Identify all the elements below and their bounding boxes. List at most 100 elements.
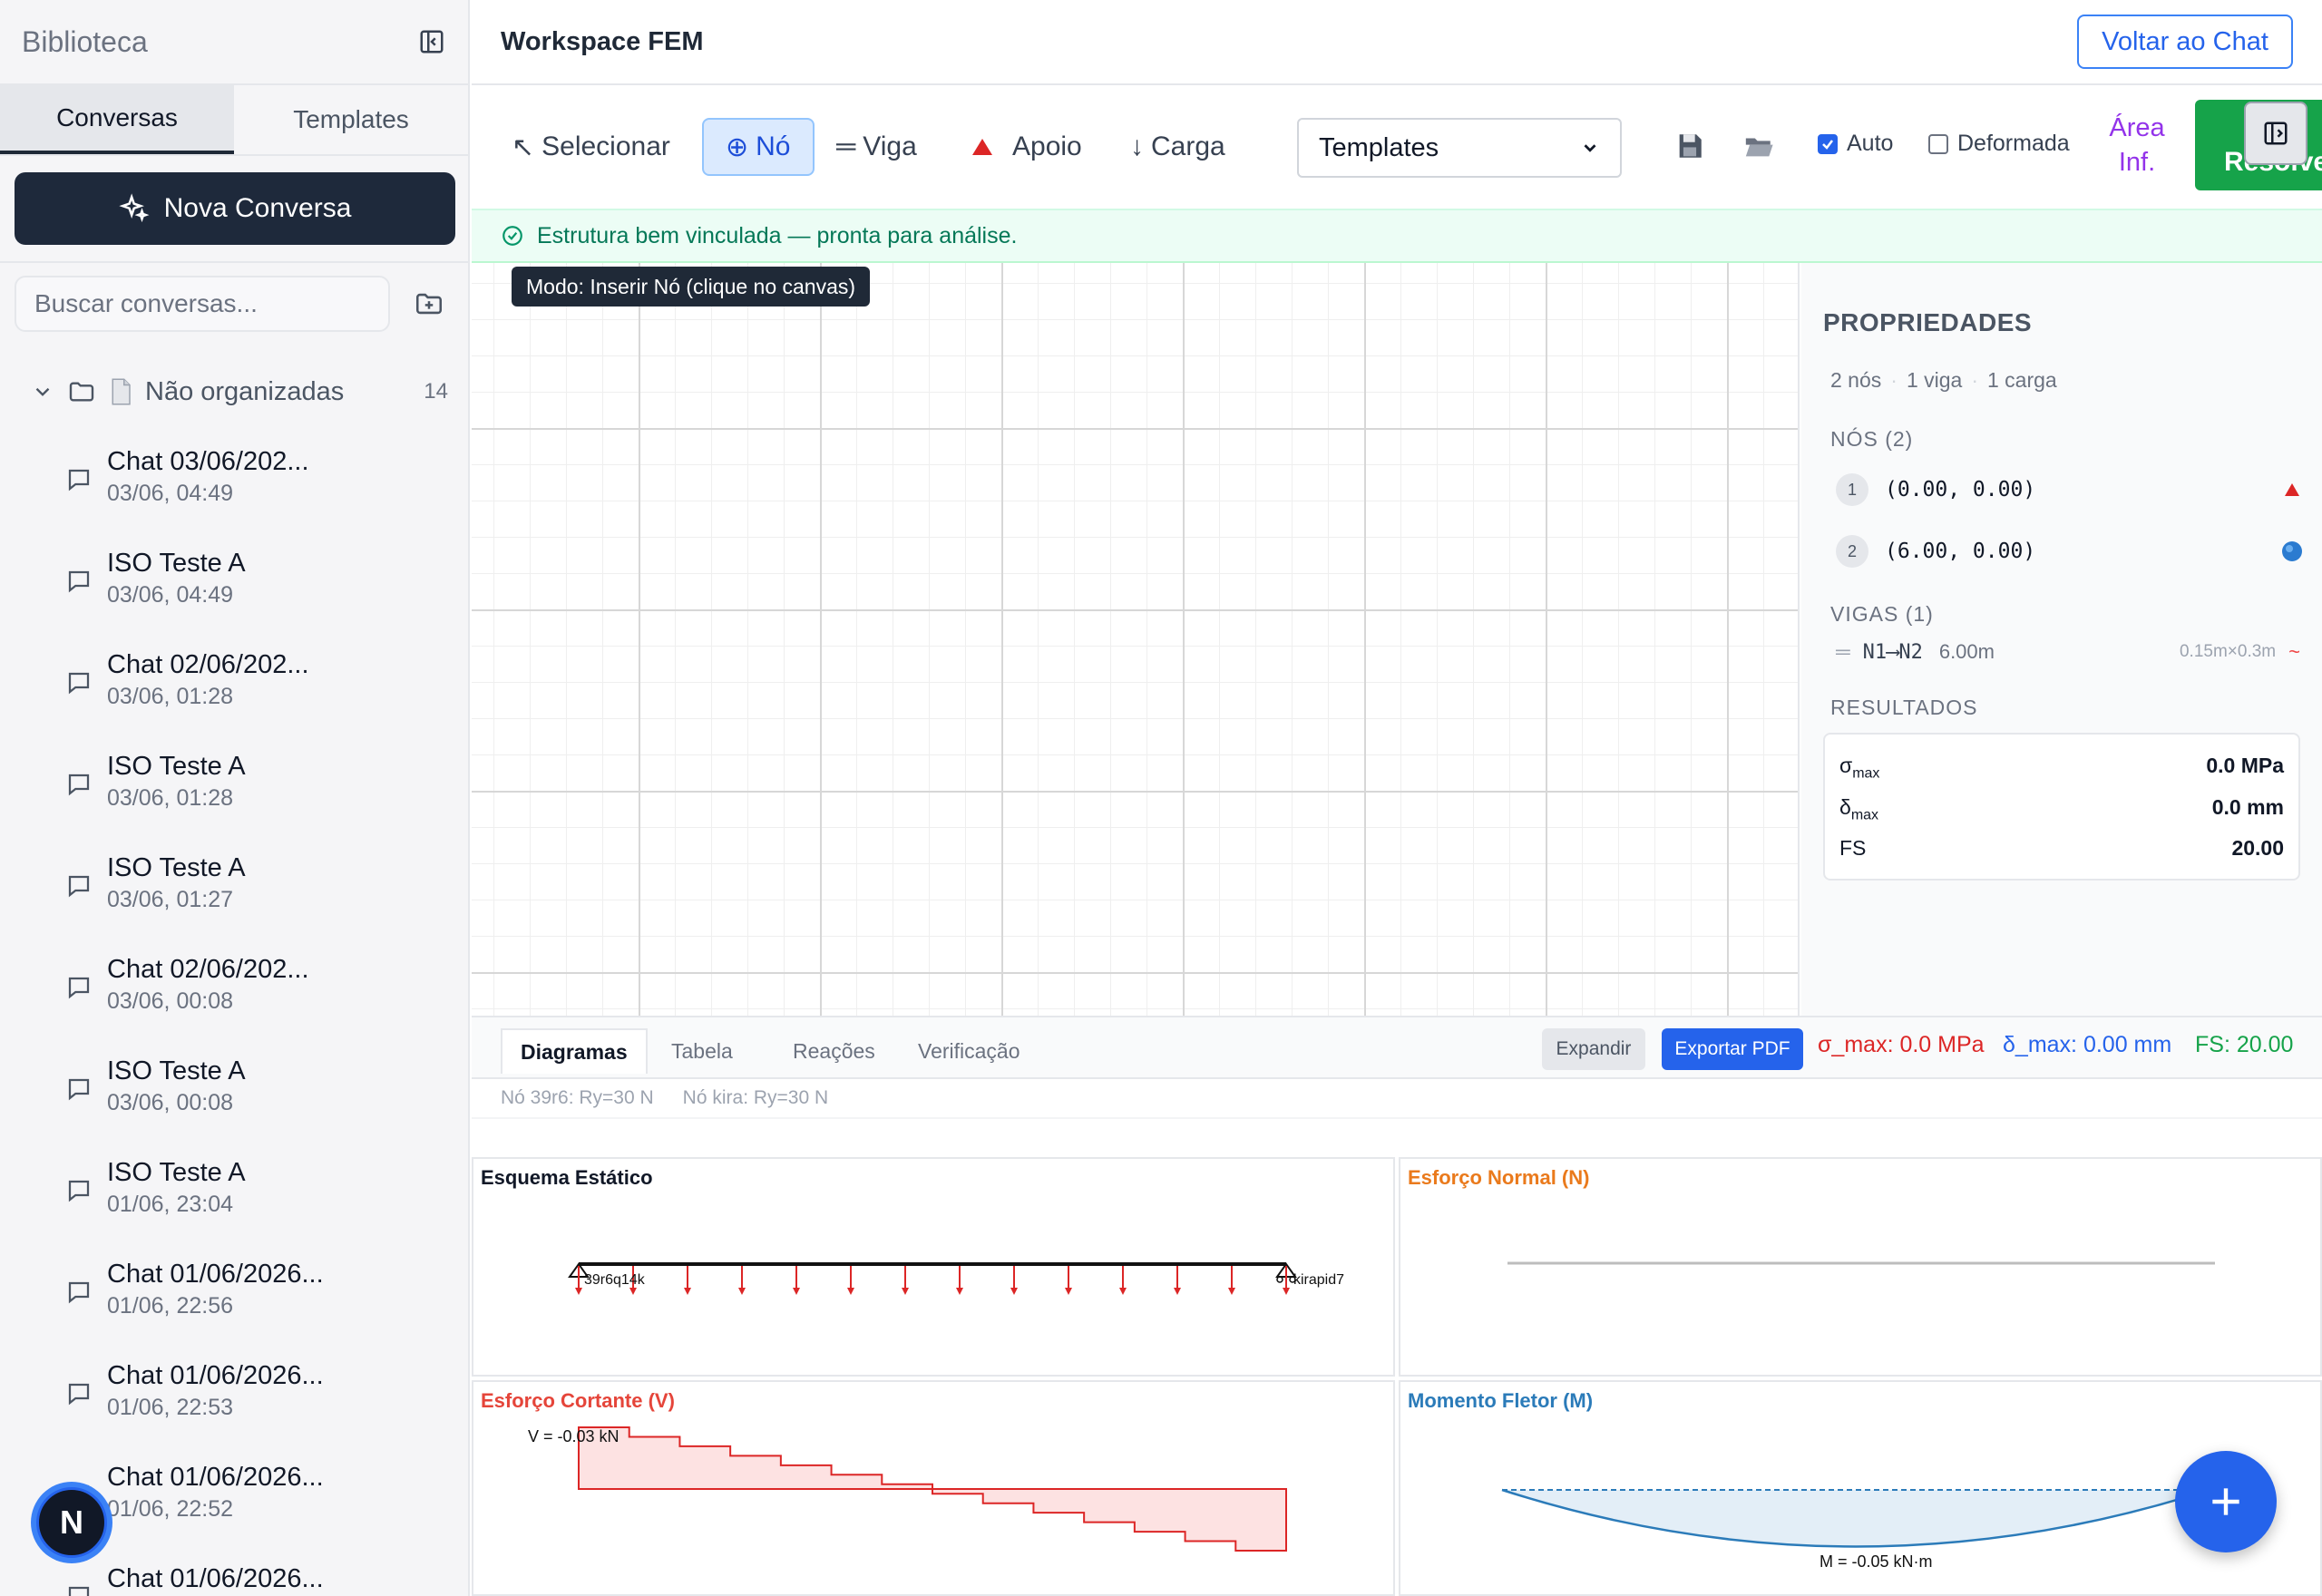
expand-button[interactable]: Expandir bbox=[1542, 1028, 1645, 1070]
chat-bubble-icon bbox=[65, 1075, 93, 1107]
conversation-date: 03/06, 01:27 bbox=[107, 887, 234, 912]
save-icon[interactable] bbox=[1674, 131, 1705, 161]
page-title: Workspace FEM bbox=[501, 26, 704, 56]
auto-checkbox[interactable]: Auto bbox=[1818, 131, 1893, 157]
folder-name: Não organizadas bbox=[145, 376, 345, 406]
avatar-letter: N bbox=[36, 1487, 107, 1558]
results-header: RESULTADOS bbox=[1830, 696, 1978, 719]
auto-label: Auto bbox=[1847, 131, 1894, 156]
chat-bubble-icon bbox=[65, 1380, 93, 1412]
beam-tool-button[interactable]: ═ Viga bbox=[827, 118, 926, 176]
node-row-2[interactable]: 2 (6.00, 0.00) bbox=[1823, 521, 2302, 582]
beam-icon: ═ bbox=[1836, 640, 1850, 663]
roller-support-icon bbox=[2282, 541, 2302, 561]
chevron-down-icon bbox=[1584, 144, 1596, 152]
tab-conversas[interactable]: Conversas bbox=[0, 85, 234, 154]
tab-diagramas[interactable]: Diagramas bbox=[501, 1028, 648, 1074]
folder-icon bbox=[69, 382, 94, 402]
load-arrow-head bbox=[793, 1288, 800, 1295]
load-arrow-head bbox=[1119, 1288, 1127, 1295]
chat-bubble-icon bbox=[65, 1279, 93, 1310]
select-tool-button[interactable]: ↖ Selecionar bbox=[502, 118, 679, 176]
load-arrow-head bbox=[738, 1288, 746, 1295]
document-icon bbox=[112, 378, 131, 405]
folder-unorganized[interactable]: Não organizadas 14 bbox=[31, 372, 448, 412]
chat-bubble-icon bbox=[65, 872, 93, 904]
right-node-label: kirapid7 bbox=[1293, 1272, 1344, 1288]
conversation-item[interactable]: Chat 01/06/2026... 01/06, 22:53 bbox=[0, 1349, 468, 1451]
conversation-title: Chat 03/06/202... bbox=[107, 447, 309, 476]
conversation-item[interactable]: ISO Teste A 01/06, 23:04 bbox=[0, 1146, 468, 1248]
sidebar-header: Biblioteca bbox=[0, 0, 468, 85]
status-message: Estrutura bem vinculada — pronta para an… bbox=[537, 222, 1018, 248]
support-tool-button[interactable]: Apoio bbox=[961, 118, 1091, 176]
tab-reacoes[interactable]: Reações bbox=[775, 1028, 893, 1074]
new-conversation-button[interactable]: Nova Conversa bbox=[15, 172, 455, 245]
conversation-title: Chat 02/06/202... bbox=[107, 650, 309, 679]
conversation-date: 01/06, 22:52 bbox=[107, 1496, 234, 1522]
influence-area-button[interactable]: Área Inf. bbox=[2101, 111, 2173, 180]
conversation-date: 01/06, 22:53 bbox=[107, 1395, 234, 1420]
sidebar-title: Biblioteca bbox=[22, 24, 148, 58]
fem-canvas[interactable]: Modo: Inserir Nó (clique no canvas) bbox=[472, 263, 1800, 1016]
conversation-item[interactable]: Chat 01/06/2026... 01/06, 22:56 bbox=[0, 1248, 468, 1349]
node-tool-button[interactable]: ⊕ Nó bbox=[702, 118, 815, 176]
export-pdf-button[interactable]: Exportar PDF bbox=[1662, 1028, 1803, 1070]
conversation-title: Chat 01/06/2026... bbox=[107, 1260, 324, 1289]
collapse-sidebar-icon[interactable] bbox=[417, 27, 446, 56]
load-arrow-head bbox=[629, 1288, 637, 1295]
deformed-checkbox[interactable]: Deformada bbox=[1928, 131, 2070, 157]
conversation-title: Chat 01/06/2026... bbox=[107, 1361, 324, 1390]
avatar[interactable]: N bbox=[31, 1482, 112, 1563]
conversation-date: 01/06, 22:56 bbox=[107, 1293, 234, 1319]
node-id: 2 bbox=[1836, 535, 1868, 568]
toggle-panel-icon[interactable] bbox=[2244, 102, 2307, 165]
result-fs-value: 20.00 bbox=[2231, 836, 2284, 861]
conversation-item[interactable]: Chat 02/06/202... 03/06, 01:28 bbox=[0, 638, 468, 740]
result-delta: δmax 0.0 mm bbox=[1839, 791, 2284, 832]
beam-length: 6.00m bbox=[1938, 640, 1995, 663]
normal-force-drawing bbox=[1507, 1261, 2215, 1265]
tab-templates[interactable]: Templates bbox=[234, 85, 468, 154]
static-scheme-panel: Esquema Estático 39r6q14k kirapid7 bbox=[472, 1157, 1395, 1377]
add-fab-button[interactable] bbox=[2175, 1451, 2277, 1552]
circle-plus-icon: ⊕ bbox=[726, 131, 749, 162]
conversation-title: Chat 02/06/202... bbox=[107, 955, 309, 984]
shear-diagram-area bbox=[578, 1426, 1287, 1552]
conversation-title: ISO Teste A bbox=[107, 853, 246, 882]
load-arrow-head bbox=[1065, 1288, 1072, 1295]
node-count: 2 nós bbox=[1830, 368, 1882, 392]
workspace-main: Workspace FEM Voltar ao Chat ↖ Seleciona… bbox=[472, 0, 2322, 1596]
templates-select[interactable]: Templates bbox=[1297, 118, 1622, 178]
open-folder-icon[interactable] bbox=[1743, 131, 1774, 161]
top-bar: Workspace FEM Voltar ao Chat bbox=[472, 0, 2322, 85]
chat-bubble-icon bbox=[65, 669, 93, 701]
beam-connection: N1⟶N2 bbox=[1862, 640, 1923, 664]
conversation-item[interactable]: ISO Teste A 03/06, 04:49 bbox=[0, 537, 468, 638]
tab-tabela[interactable]: Tabela bbox=[653, 1028, 751, 1074]
support-tool-label: Apoio bbox=[1012, 131, 1082, 161]
conversation-item[interactable]: ISO Teste A 03/06, 01:28 bbox=[0, 740, 468, 842]
beam-row-1[interactable]: ═ N1⟶N2 6.00m 0.15m×0.3m ~ bbox=[1823, 627, 2300, 677]
conversation-title: ISO Teste A bbox=[107, 1056, 246, 1085]
conversation-item[interactable]: ISO Teste A 03/06, 00:08 bbox=[0, 1045, 468, 1146]
conversation-item[interactable]: Chat 03/06/202... 03/06, 04:49 bbox=[0, 435, 468, 537]
result-fs: FS 20.00 bbox=[1839, 832, 2284, 864]
templates-select-value: Templates bbox=[1319, 132, 1439, 162]
back-to-chat-button[interactable]: Voltar ao Chat bbox=[2077, 15, 2293, 69]
tab-verificacao[interactable]: Verificação bbox=[900, 1028, 1039, 1074]
load-arrow-head bbox=[1010, 1288, 1018, 1295]
conversation-item[interactable]: ISO Teste A 03/06, 01:27 bbox=[0, 842, 468, 943]
load-tool-button[interactable]: ↓ Carga bbox=[1121, 118, 1234, 176]
load-arrow-head bbox=[575, 1288, 582, 1295]
new-folder-icon[interactable] bbox=[414, 288, 446, 321]
result-sigma-value: 0.0 MPa bbox=[2206, 754, 2284, 777]
node-row-1[interactable]: 1 (0.00, 0.00) bbox=[1823, 459, 2300, 521]
reaction-item: Nó 39r6: Ry=30 N bbox=[501, 1087, 654, 1108]
conversation-item[interactable]: Chat 02/06/202... 03/06, 00:08 bbox=[0, 943, 468, 1045]
conversation-date: 03/06, 01:28 bbox=[107, 684, 234, 709]
conversation-title: Chat 01/06/2026... bbox=[107, 1564, 324, 1593]
arrow-down-icon: ↓ bbox=[1130, 131, 1144, 161]
status-banner: Estrutura bem vinculada — pronta para an… bbox=[472, 209, 2322, 263]
search-conversations-input[interactable] bbox=[15, 276, 390, 332]
